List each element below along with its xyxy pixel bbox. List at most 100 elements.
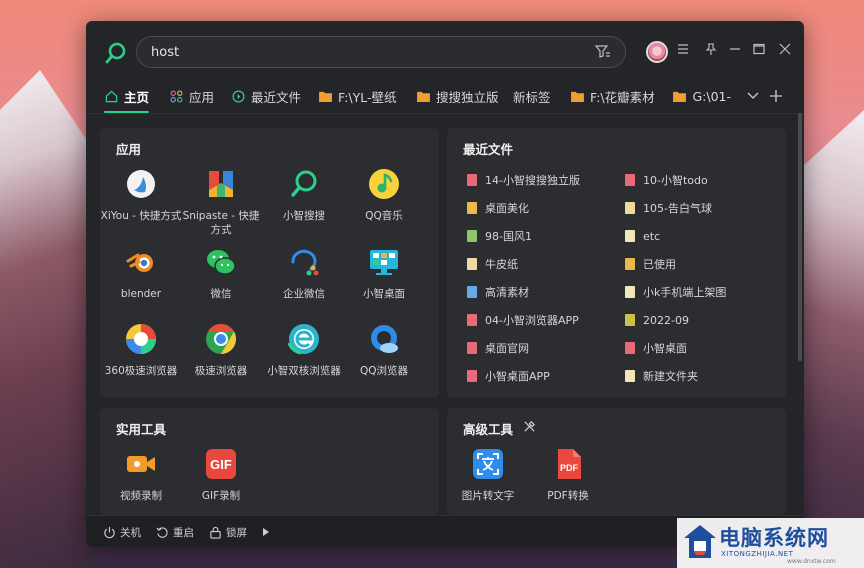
recent-file-item[interactable]: 98-国风1 [467, 228, 532, 244]
tab-folder-yl-wallpaper[interactable]: F:\YL-壁纸 [318, 83, 397, 109]
close-icon[interactable] [775, 41, 795, 61]
recent-file-item[interactable]: 桌面美化 [467, 200, 529, 216]
pdf-convert-icon: PDF [558, 449, 581, 479]
app-xiaozhi-browser[interactable]: 小智双核浏览器 [263, 323, 345, 378]
restart-icon [156, 526, 168, 538]
recent-clock-icon [231, 89, 245, 103]
file-icon [467, 230, 477, 242]
menu-icon[interactable] [673, 41, 693, 61]
add-tab-plus-icon[interactable] [770, 83, 782, 109]
wecom-icon [291, 249, 319, 276]
recent-file-item[interactable]: 105-告白气球 [625, 200, 712, 216]
file-label: 2022-09 [643, 313, 689, 327]
tool-pdf-convert[interactable]: PDF PDF转换 [527, 448, 609, 503]
gif-record-icon: GIF [206, 449, 236, 479]
recent-file-item[interactable]: etc [625, 228, 660, 244]
app-label: QQ音乐 [365, 210, 403, 222]
tab-apps[interactable]: 应用 [169, 83, 214, 109]
shutdown-button[interactable]: 关机 [103, 525, 141, 539]
folder-icon [416, 89, 430, 103]
scrollbar[interactable] [798, 113, 802, 361]
more-arrow-right-icon[interactable] [262, 525, 270, 539]
app-snipaste[interactable]: Snipaste - 快捷方式 [180, 168, 262, 237]
file-label: 新建文件夹 [643, 370, 698, 383]
file-label: 10-小智todo [643, 174, 708, 187]
tab-label: F:\花瓣素材 [590, 89, 655, 105]
tool-label: PDF转换 [547, 490, 589, 502]
folder-icon [318, 89, 332, 103]
qq-music-icon [369, 169, 399, 199]
file-icon [625, 342, 635, 354]
file-label: 桌面美化 [485, 202, 529, 215]
app-chrome-browser[interactable]: 极速浏览器 [180, 323, 262, 378]
app-xiaozhi-search[interactable]: 小智搜搜 [263, 168, 345, 223]
recent-files-panel-title: 最近文件 [463, 142, 514, 157]
lock-screen-button[interactable]: 锁屏 [209, 525, 247, 539]
app-logo-icon[interactable] [104, 41, 128, 65]
recent-file-item[interactable]: 牛皮纸 [467, 256, 518, 272]
app-label: 360极速浏览器 [104, 365, 178, 377]
app-360-browser[interactable]: 360极速浏览器 [100, 323, 182, 378]
lock-icon [210, 526, 221, 539]
tools-panel-title: 实用工具 [116, 422, 167, 437]
maximize-icon[interactable] [749, 41, 769, 61]
file-icon [625, 230, 635, 242]
app-wechat[interactable]: 微信 [180, 246, 262, 301]
recent-file-item[interactable]: 高清素材 [467, 284, 529, 300]
tabs-more-chevron-down-icon[interactable] [747, 83, 759, 109]
tab-folder-sousou[interactable]: 搜搜独立版 [416, 83, 499, 109]
app-label: blender [120, 288, 162, 300]
recent-file-item[interactable]: 已使用 [625, 256, 676, 272]
tab-label: 最近文件 [251, 89, 302, 105]
wechat-icon [207, 250, 236, 275]
app-label: QQ浏览器 [359, 365, 409, 377]
app-qq-browser[interactable]: QQ浏览器 [343, 323, 425, 378]
recent-file-item[interactable]: 10-小智todo [625, 172, 708, 188]
tab-label: 主页 [124, 89, 150, 105]
recent-file-item[interactable]: 新建文件夹 [625, 368, 698, 384]
svg-text:GIF: GIF [210, 457, 232, 472]
watermark-title: 电脑系统网 [719, 526, 829, 550]
recent-file-item[interactable]: 小智桌面 [625, 340, 687, 356]
pin-icon[interactable] [701, 41, 721, 61]
tab-recent-files[interactable]: 最近文件 [231, 83, 301, 109]
power-icon [104, 526, 115, 538]
app-xiaozhi-desktop[interactable]: 小智桌面 [343, 246, 425, 301]
app-label: 小智搜搜 [283, 210, 325, 222]
recent-file-item[interactable]: 04-小智浏览器APP [467, 312, 579, 328]
tool-gif-record[interactable]: GIF GIF录制 [180, 448, 262, 503]
search-input[interactable] [151, 42, 571, 62]
recent-file-item[interactable]: 2022-09 [625, 312, 689, 328]
app-label: Snipaste - 快捷方式 [182, 210, 260, 236]
tab-folder-huaban[interactable]: F:\花瓣素材 [570, 83, 655, 109]
tools-wrench-icon[interactable] [523, 420, 536, 433]
watermark: 电脑系统网 XITONGZHIJIA.NET www.dnxtw.com [677, 518, 864, 568]
recent-file-item[interactable]: 小k手机端上架图 [625, 284, 726, 300]
app-blender[interactable]: blender [100, 246, 182, 301]
file-icon [467, 370, 477, 382]
home-icon [104, 89, 118, 103]
tab-label: 应用 [189, 89, 215, 105]
tab-folder-g01[interactable]: G:\01- [673, 83, 731, 109]
recent-file-item[interactable]: 桌面官网 [467, 340, 529, 356]
apps-panel: 应用 XiYou - 快捷方式 Snipaste - 快捷方式 小智搜搜 QQ音… [100, 128, 439, 398]
recent-file-item[interactable]: 14-小智搜搜独立版 [467, 172, 580, 188]
chrome-icon [206, 324, 237, 354]
tool-image-to-text[interactable]: 图片转文字 [447, 448, 529, 503]
filter-icon[interactable] [595, 44, 611, 60]
file-label: 已使用 [643, 258, 676, 271]
tab-new-tab[interactable]: 新标签 [513, 83, 551, 109]
app-xiyou[interactable]: XiYou - 快捷方式 [100, 168, 182, 223]
qq-browser-icon [371, 325, 398, 353]
watermark-url: www.dnxtw.com [787, 558, 836, 565]
tab-home[interactable]: 主页 [104, 83, 150, 113]
file-label: 牛皮纸 [485, 258, 518, 271]
app-qq-music[interactable]: QQ音乐 [343, 168, 425, 223]
tab-divider [86, 113, 804, 114]
restart-button[interactable]: 重启 [156, 525, 194, 539]
minimize-icon[interactable] [725, 41, 745, 61]
avatar[interactable] [646, 41, 668, 63]
tool-video-record[interactable]: 视频录制 [100, 448, 182, 503]
recent-file-item[interactable]: 小智桌面APP [467, 368, 550, 384]
app-wecom[interactable]: 企业微信 [263, 246, 345, 301]
